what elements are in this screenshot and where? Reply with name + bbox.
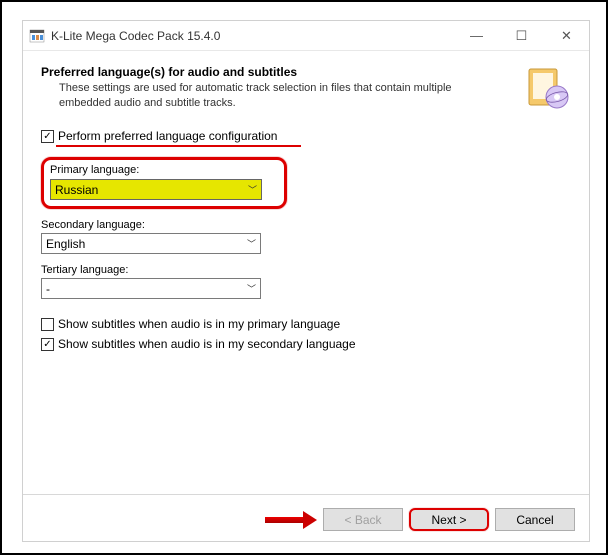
- page-subtext: These settings are used for automatic tr…: [41, 81, 515, 111]
- annotation-arrow-icon: [265, 511, 317, 529]
- secondary-language-value: English: [46, 237, 85, 251]
- minimize-button[interactable]: —: [454, 21, 499, 50]
- primary-language-label: Primary language:: [50, 164, 278, 176]
- show-sub-secondary-row[interactable]: Show subtitles when audio is in my secon…: [41, 337, 571, 351]
- secondary-language-group: Secondary language: English ﹀: [41, 219, 571, 254]
- window-controls: — ☐ ✕: [454, 21, 589, 50]
- primary-language-value: Russian: [55, 183, 98, 197]
- maximize-button[interactable]: ☐: [499, 21, 544, 50]
- show-sub-secondary-checkbox[interactable]: [41, 338, 54, 351]
- perform-config-label: Perform preferred language configuration: [58, 129, 277, 143]
- secondary-language-select[interactable]: English ﹀: [41, 233, 261, 254]
- primary-language-select[interactable]: Russian ﹀: [50, 179, 262, 200]
- chevron-down-icon: ﹀: [247, 282, 256, 295]
- page-heading: Preferred language(s) for audio and subt…: [41, 65, 515, 79]
- next-button[interactable]: Next >: [409, 508, 489, 531]
- perform-config-row[interactable]: Perform preferred language configuration: [41, 129, 571, 143]
- perform-config-checkbox[interactable]: [41, 130, 54, 143]
- annotation-underline: [56, 145, 301, 147]
- content-area: Preferred language(s) for audio and subt…: [23, 51, 589, 351]
- footer-buttons: < Back Next > Cancel: [265, 508, 575, 531]
- app-icon: [29, 28, 45, 44]
- titlebar: K-Lite Mega Codec Pack 15.4.0 — ☐ ✕: [23, 21, 589, 51]
- back-button: < Back: [323, 508, 403, 531]
- tertiary-language-value: -: [46, 282, 50, 296]
- show-sub-primary-label: Show subtitles when audio is in my prima…: [58, 317, 340, 331]
- show-sub-primary-checkbox[interactable]: [41, 318, 54, 331]
- tertiary-language-select[interactable]: - ﹀: [41, 278, 261, 299]
- secondary-language-label: Secondary language:: [41, 219, 571, 231]
- window-title: K-Lite Mega Codec Pack 15.4.0: [51, 29, 454, 43]
- show-sub-secondary-label: Show subtitles when audio is in my secon…: [58, 337, 356, 351]
- close-button[interactable]: ✕: [544, 21, 589, 50]
- installer-window: K-Lite Mega Codec Pack 15.4.0 — ☐ ✕ Pref…: [22, 20, 590, 542]
- package-icon: [523, 65, 571, 113]
- tertiary-language-label: Tertiary language:: [41, 264, 571, 276]
- chevron-down-icon: ﹀: [248, 183, 257, 196]
- show-sub-primary-row[interactable]: Show subtitles when audio is in my prima…: [41, 317, 571, 331]
- chevron-down-icon: ﹀: [247, 237, 256, 250]
- footer-divider: [23, 494, 589, 495]
- tertiary-language-group: Tertiary language: - ﹀: [41, 264, 571, 299]
- cancel-button[interactable]: Cancel: [495, 508, 575, 531]
- primary-language-group-highlight: Primary language: Russian ﹀: [41, 157, 287, 209]
